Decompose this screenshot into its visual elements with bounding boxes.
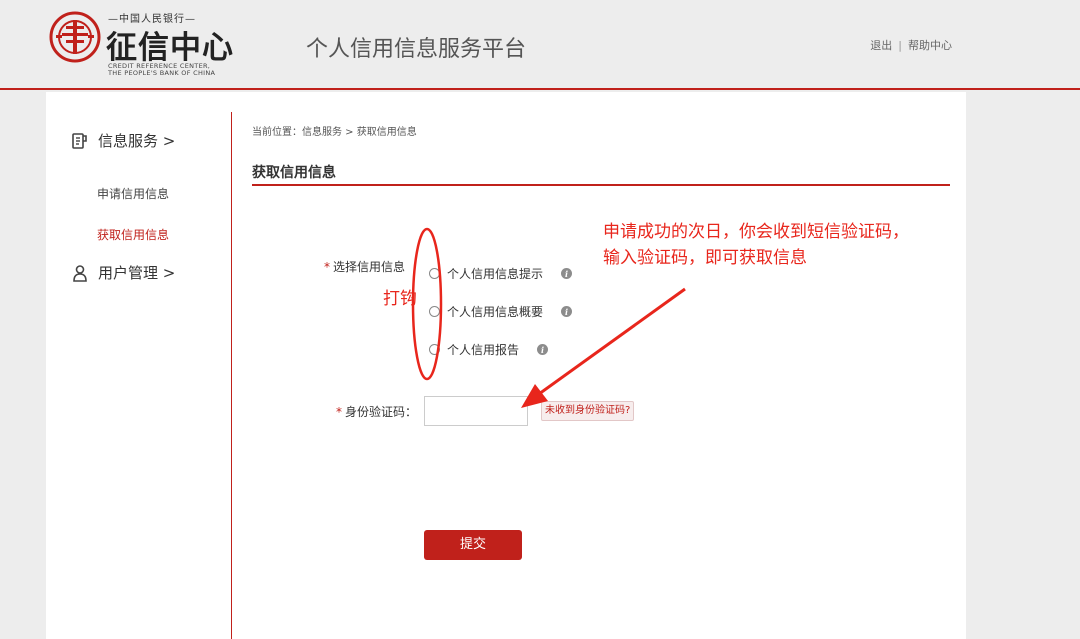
id-code-input[interactable] [424, 396, 528, 426]
sidebar-item-user-management[interactable]: 用户管理 > [70, 262, 175, 283]
platform-title: 个人信用信息服务平台 [306, 37, 527, 62]
site-header: —中国人民银行— 征信中心 CREDIT REFERENCE CENTER, T… [0, 0, 1080, 90]
sidebar-item-info-service[interactable]: 信息服务 > [70, 130, 175, 151]
title-divider [252, 184, 950, 186]
option-credit-info-tip[interactable]: 个人信用信息提示 i [429, 265, 573, 282]
info-icon[interactable]: i [537, 344, 549, 355]
option-label: 个人信用信息提示 [447, 267, 544, 281]
sidebar-item-label: 信息服务 > [98, 132, 176, 150]
user-icon [70, 263, 90, 283]
logo-main-text: 征信中心 [106, 30, 234, 66]
annotation-check-hint: 打钩 [383, 289, 417, 309]
sidebar-divider [231, 112, 232, 639]
page-title: 获取信用信息 [252, 165, 336, 181]
radio-button[interactable] [429, 306, 440, 317]
help-center-link[interactable]: 帮助中心 [908, 39, 952, 52]
radio-button[interactable] [429, 344, 440, 355]
option-label: 个人信用信息概要 [447, 305, 544, 319]
select-credit-info-label: * 选择信用信息 [324, 260, 406, 274]
info-icon[interactable]: i [561, 268, 573, 279]
sidebar-item-get-credit-info[interactable]: 获取信用信息 [97, 226, 169, 243]
breadcrumb: 当前位置：信息服务 > 获取信用信息 [252, 127, 417, 138]
document-icon [70, 131, 90, 151]
option-credit-info-summary[interactable]: 个人信用信息概要 i [429, 303, 573, 320]
option-credit-report[interactable]: 个人信用报告 i [429, 341, 549, 358]
logo-english-line2: THE PEOPLE'S BANK OF CHINA [108, 69, 216, 77]
credit-center-logo[interactable]: —中国人民银行— 征信中心 CREDIT REFERENCE CENTER, T… [48, 6, 248, 78]
sidebar-item-label: 用户管理 > [98, 264, 176, 282]
info-icon[interactable]: i [561, 306, 573, 317]
radio-button[interactable] [429, 268, 440, 279]
option-label: 个人信用报告 [447, 343, 520, 357]
id-code-label: * 身份验证码： [336, 405, 418, 419]
header-link-separator: | [898, 39, 902, 52]
required-mark: * [324, 260, 330, 274]
content-panel: 信息服务 > 申请信用信息 获取信用信息 用户管理 > 当前位置：信息服务 > … [46, 92, 966, 639]
logo-emblem-icon [49, 11, 101, 63]
annotation-sms-hint-line1: 申请成功的次日，你会收到短信验证码， [603, 222, 909, 242]
logout-link[interactable]: 退出 [870, 39, 892, 52]
not-received-code-button[interactable]: 未收到身份验证码? [541, 401, 635, 421]
required-mark: * [336, 405, 342, 419]
submit-button[interactable]: 提交 [424, 530, 522, 560]
sidebar-item-apply-credit-info[interactable]: 申请信用信息 [97, 185, 169, 202]
annotation-sms-hint-line2: 输入验证码，即可获取信息 [603, 248, 807, 268]
sidebar: 信息服务 > 申请信用信息 获取信用信息 用户管理 > [46, 92, 232, 639]
header-links: 退出 | 帮助中心 [870, 37, 952, 53]
